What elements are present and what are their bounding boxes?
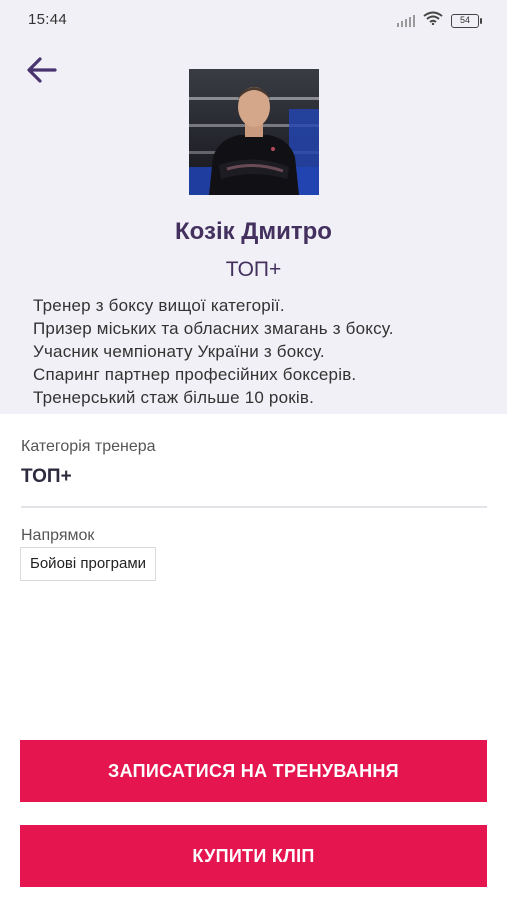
trainer-level: ТОП+ [225, 258, 282, 281]
wifi-icon [423, 11, 443, 30]
status-time: 15:44 [28, 11, 68, 28]
arrow-left-icon [27, 57, 57, 83]
status-bar: 15:44 54 [0, 0, 507, 40]
trainer-photo [189, 69, 319, 195]
trainer-name: Козік Дмитро [175, 218, 332, 245]
category-value: ТОП+ [21, 466, 72, 487]
signup-training-button[interactable]: ЗАПИСАТИСЯ НА ТРЕНУВАННЯ [20, 740, 487, 802]
signal-icon [397, 14, 415, 27]
buy-clip-button[interactable]: КУПИТИ КЛІП [20, 825, 487, 887]
trainer-bio: Тренер з боксу вищої категорії. Призер м… [33, 294, 493, 409]
bio-line: Призер міських та обласних змагань з бок… [33, 319, 394, 338]
bio-line: Тренерський стаж більше 10 років. [33, 388, 315, 407]
bio-line: Тренер з боксу вищої категорії. [33, 296, 285, 315]
back-button[interactable] [24, 54, 60, 86]
divider [21, 506, 487, 508]
direction-tag[interactable]: Бойові програми [20, 547, 157, 581]
bio-line: Спаринг партнер професійних боксерів. [33, 365, 357, 384]
bio-line: Учасник чемпіонату України з боксу. [33, 342, 325, 361]
category-label: Категорія тренера [21, 438, 156, 455]
trainer-header: Козік Дмитро ТОП+ Тренер з боксу вищої к… [0, 40, 507, 414]
battery-icon: 54 [451, 13, 482, 28]
status-icons: 54 [397, 11, 482, 30]
direction-label: Напрямок [21, 527, 95, 544]
